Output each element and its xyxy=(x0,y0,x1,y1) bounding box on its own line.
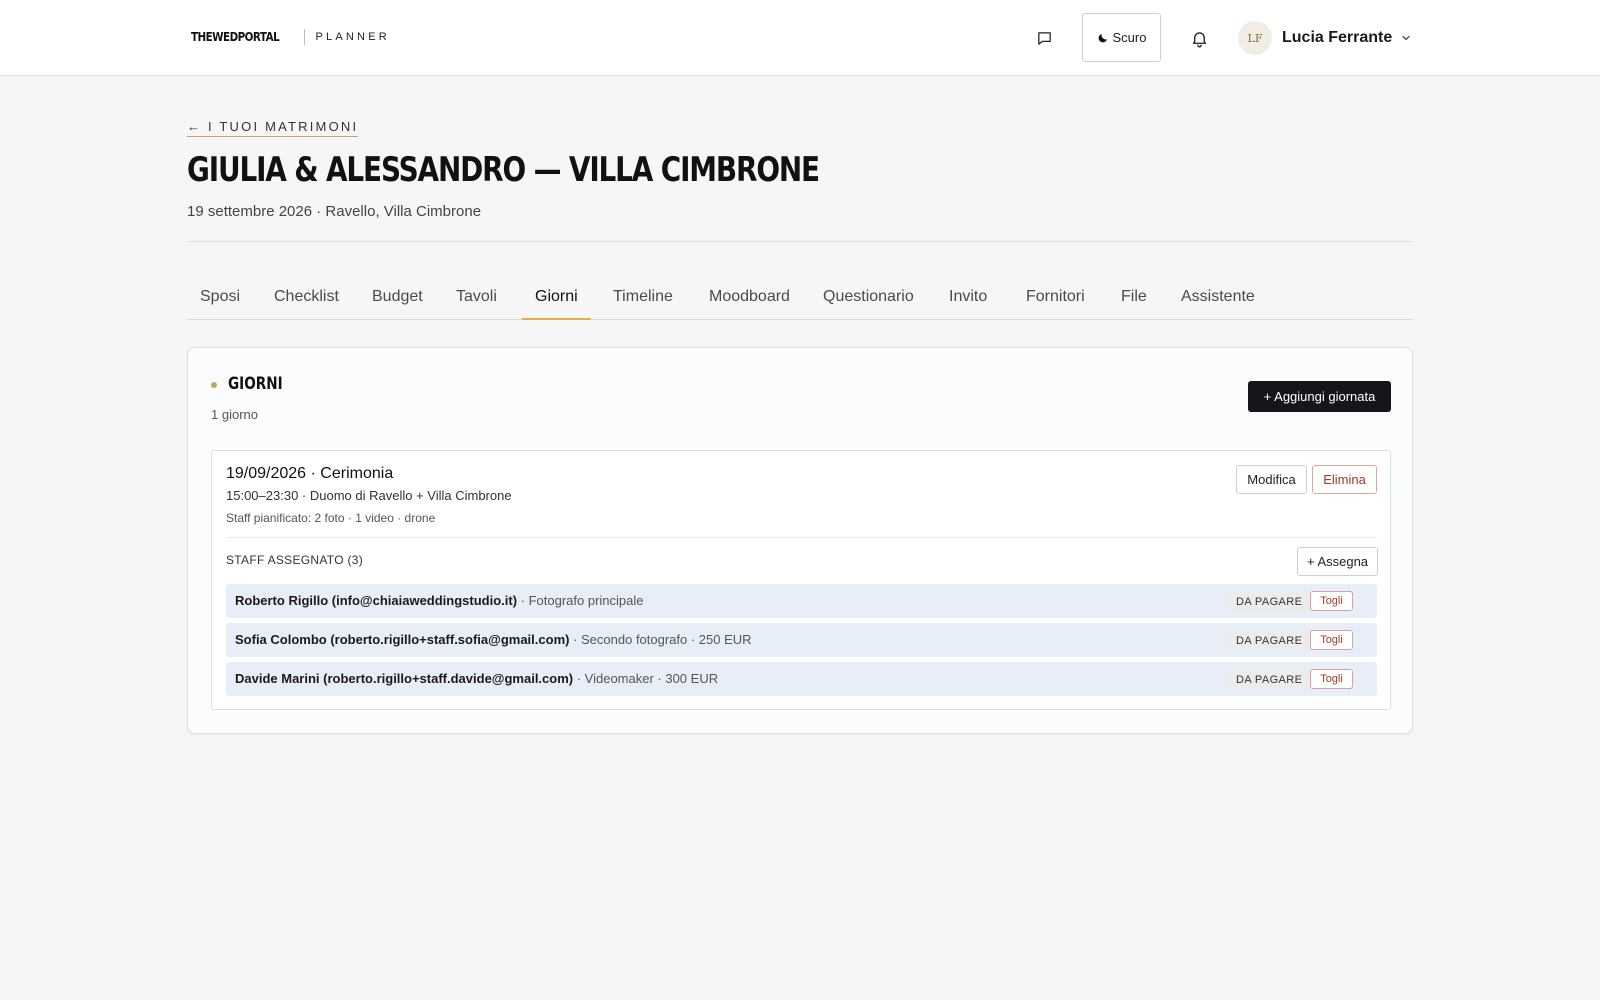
add-day-button[interactable]: + Aggiungi giornata xyxy=(1248,381,1391,412)
staff-row: Sofia Colombo (roberto.rigillo+staff.sof… xyxy=(226,623,1377,657)
tab-bar: Sposi Checklist Budget Tavoli Giorni Tim… xyxy=(187,282,1413,320)
tab-fornitori[interactable]: Fornitori xyxy=(1013,288,1098,319)
theme-toggle-label: Scuro xyxy=(1112,30,1147,45)
remove-staff-button[interactable]: Togli xyxy=(1310,630,1353,650)
notifications-button[interactable] xyxy=(1185,24,1213,52)
user-name: Lucia Ferrante xyxy=(1282,29,1393,46)
payment-status-badge: DA PAGARE xyxy=(1228,592,1311,611)
staff-role: · Videomaker · 300 EUR xyxy=(573,671,719,686)
theme-toggle-button[interactable]: Scuro xyxy=(1082,13,1161,62)
logo-subtitle: PLANNER xyxy=(315,31,390,43)
logo-wordmark: THEWEDPORTAL xyxy=(191,30,280,44)
page-title: GIULIA & ALESSANDRO — VILLA CIMBRONE xyxy=(187,150,820,190)
logo-divider xyxy=(303,29,305,45)
back-link[interactable]: ← I TUOI MATRIMONI xyxy=(187,119,359,137)
messages-button[interactable] xyxy=(1030,24,1058,52)
tab-giorni[interactable]: Giorni xyxy=(522,288,591,320)
tab-timeline[interactable]: Timeline xyxy=(600,288,686,319)
tab-questionario[interactable]: Questionario xyxy=(810,288,927,319)
day-card: 19/09/2026 · Cerimonia 15:00–23:30 · Duo… xyxy=(211,450,1391,710)
section-title: GIORNI xyxy=(228,374,283,394)
section-dot xyxy=(211,382,217,388)
payment-status-badge: DA PAGARE xyxy=(1228,670,1311,689)
staff-name: Davide Marini (roberto.rigillo+staff.dav… xyxy=(235,671,574,686)
divider xyxy=(226,537,1377,538)
tab-invito[interactable]: Invito xyxy=(936,288,1000,319)
assigned-staff-label: STAFF ASSEGNATO (3) xyxy=(226,553,364,567)
chat-icon xyxy=(1037,31,1051,45)
chevron-down-icon xyxy=(1400,32,1412,44)
planned-staff: Staff pianificato: 2 foto · 1 video · dr… xyxy=(226,511,436,525)
avatar: LF xyxy=(1238,21,1272,55)
tab-moodboard[interactable]: Moodboard xyxy=(696,288,803,319)
top-bar: THEWEDPORTAL PLANNER Scuro LF Lucia Ferr… xyxy=(0,0,1600,76)
payment-status-badge: DA PAGARE xyxy=(1228,631,1311,650)
days-card: GIORNI 1 giorno + Aggiungi giornata 19/0… xyxy=(187,347,1413,734)
delete-day-button[interactable]: Elimina xyxy=(1312,465,1377,494)
day-title: 19/09/2026 · Cerimonia xyxy=(226,465,394,482)
tab-sposi[interactable]: Sposi xyxy=(187,288,253,319)
edit-day-button[interactable]: Modifica xyxy=(1236,465,1307,494)
tab-budget[interactable]: Budget xyxy=(359,288,436,319)
staff-row: Roberto Rigillo (info@chiaiaweddingstudi… xyxy=(226,584,1377,618)
logo[interactable]: THEWEDPORTAL PLANNER xyxy=(191,29,390,45)
tab-tavoli[interactable]: Tavoli xyxy=(443,288,510,319)
moon-icon xyxy=(1098,33,1107,42)
day-time-place: 15:00–23:30 · Duomo di Ravello + Villa C… xyxy=(226,488,512,503)
staff-row: Davide Marini (roberto.rigillo+staff.dav… xyxy=(226,662,1377,696)
tab-file[interactable]: File xyxy=(1108,288,1160,319)
user-menu[interactable]: LF Lucia Ferrante xyxy=(1238,21,1412,55)
remove-staff-button[interactable]: Togli xyxy=(1310,591,1353,611)
page-subtitle: 19 settembre 2026 · Ravello, Villa Cimbr… xyxy=(187,203,482,220)
bell-icon xyxy=(1192,31,1206,47)
tab-checklist[interactable]: Checklist xyxy=(261,288,352,319)
day-count: 1 giorno xyxy=(211,407,258,422)
staff-role: · Fotografo principale xyxy=(517,593,644,608)
tab-assistente[interactable]: Assistente xyxy=(1168,288,1268,319)
assign-staff-button[interactable]: + Assegna xyxy=(1297,547,1378,576)
staff-role: · Secondo fotografo · 250 EUR xyxy=(569,632,752,647)
divider xyxy=(187,241,1413,242)
staff-name: Sofia Colombo (roberto.rigillo+staff.sof… xyxy=(235,632,570,647)
remove-staff-button[interactable]: Togli xyxy=(1310,669,1353,689)
staff-name: Roberto Rigillo (info@chiaiaweddingstudi… xyxy=(235,593,518,608)
